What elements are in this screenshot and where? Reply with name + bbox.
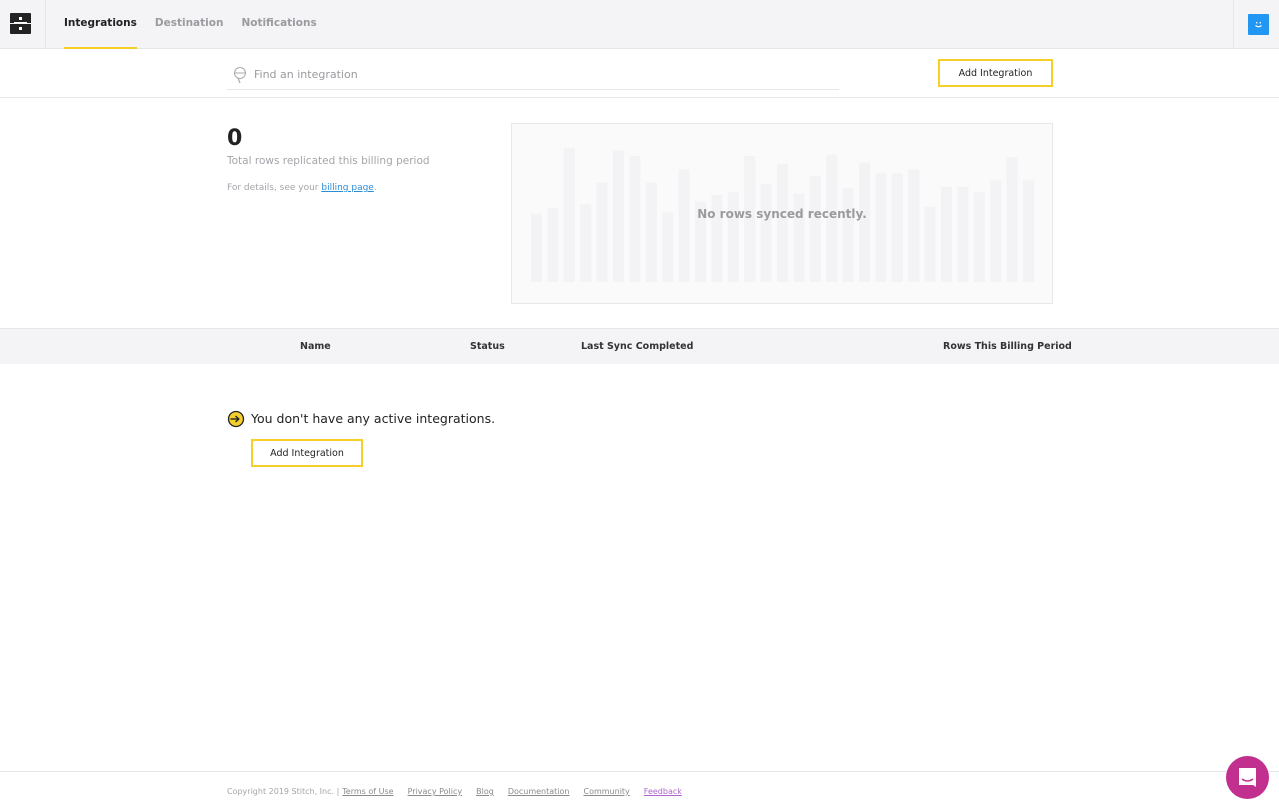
footer-links: Copyright 2019 Stitch, Inc. | Terms of Us…	[227, 787, 682, 796]
community-link[interactable]: Community	[583, 787, 629, 796]
chart-bar	[891, 173, 903, 282]
details-suffix: .	[373, 183, 377, 193]
chart-empty-message: No rows synced recently.	[697, 207, 867, 221]
chat-icon	[1239, 768, 1256, 787]
stitch-logo-icon[interactable]	[10, 13, 31, 34]
add-integration-button[interactable]: Add Integration	[938, 59, 1053, 87]
chart-bar	[990, 180, 1002, 282]
rows-synced-chart: No rows synced recently.	[511, 123, 1053, 304]
billing-page-link[interactable]: billing page	[321, 183, 373, 193]
chart-bar	[760, 184, 772, 282]
chart-bar	[973, 192, 985, 282]
details-prefix: For details, see your	[227, 183, 322, 193]
search-field	[227, 61, 839, 90]
chart-bar	[875, 173, 887, 282]
blog-link[interactable]: Blog	[476, 787, 494, 796]
total-rows-label: Total rows replicated this billing perio…	[227, 155, 430, 167]
empty-state-message: You don't have any active integrations.	[251, 411, 496, 426]
search-toolbar: Add Integration	[0, 49, 1279, 98]
chart-bar	[908, 169, 920, 282]
search-input[interactable]	[254, 64, 814, 84]
arrow-circle-icon	[227, 410, 245, 428]
chat-launcher-button[interactable]	[1226, 756, 1269, 799]
chart-bar	[957, 186, 969, 282]
column-status[interactable]: Status	[470, 329, 505, 364]
avatar[interactable]	[1248, 14, 1269, 35]
chart-bar	[596, 182, 608, 282]
billing-details: For details, see your billing page.	[227, 183, 487, 193]
billing-stats: 0 Total rows replicated this billing per…	[227, 126, 487, 193]
chart-bar	[645, 182, 657, 282]
terms-link[interactable]: Terms of Use	[342, 787, 393, 796]
chart-bar	[809, 176, 821, 282]
tab-notifications[interactable]: Notifications	[241, 0, 316, 49]
column-name[interactable]: Name	[300, 329, 331, 364]
column-rows-billing[interactable]: Rows This Billing Period	[943, 329, 1072, 364]
chart-bar	[941, 186, 952, 282]
tab-integrations[interactable]: Integrations	[64, 0, 137, 49]
chart-bar	[727, 192, 739, 282]
chart-bar	[859, 162, 870, 282]
feedback-link[interactable]: Feedback	[644, 787, 682, 796]
top-nav-bar: Integrations Destination Notifications	[0, 0, 1279, 49]
chart-bar	[842, 188, 854, 282]
smiley-avatar-icon	[1255, 22, 1262, 28]
chart-bar	[662, 212, 674, 282]
chart-bar	[678, 169, 690, 282]
copyright: Copyright 2019 Stitch, Inc. |	[227, 787, 340, 796]
chart-bar	[531, 213, 542, 282]
chart-bar	[777, 164, 788, 282]
tab-destination[interactable]: Destination	[155, 0, 224, 49]
logo-cell	[0, 0, 46, 49]
search-icon	[234, 67, 246, 84]
empty-add-integration-button[interactable]: Add Integration	[251, 439, 363, 467]
column-last-sync[interactable]: Last Sync Completed	[581, 329, 693, 364]
total-rows-count: 0	[227, 126, 243, 151]
footer: Copyright 2019 Stitch, Inc. | Terms of Us…	[0, 771, 1279, 808]
user-menu-cell	[1233, 0, 1279, 49]
chart-bar	[1023, 180, 1034, 282]
privacy-link[interactable]: Privacy Policy	[408, 787, 463, 796]
table-header: Name Status Last Sync Completed Rows Thi…	[0, 328, 1279, 364]
nav-tabs: Integrations Destination Notifications	[64, 0, 335, 49]
documentation-link[interactable]: Documentation	[508, 787, 570, 796]
